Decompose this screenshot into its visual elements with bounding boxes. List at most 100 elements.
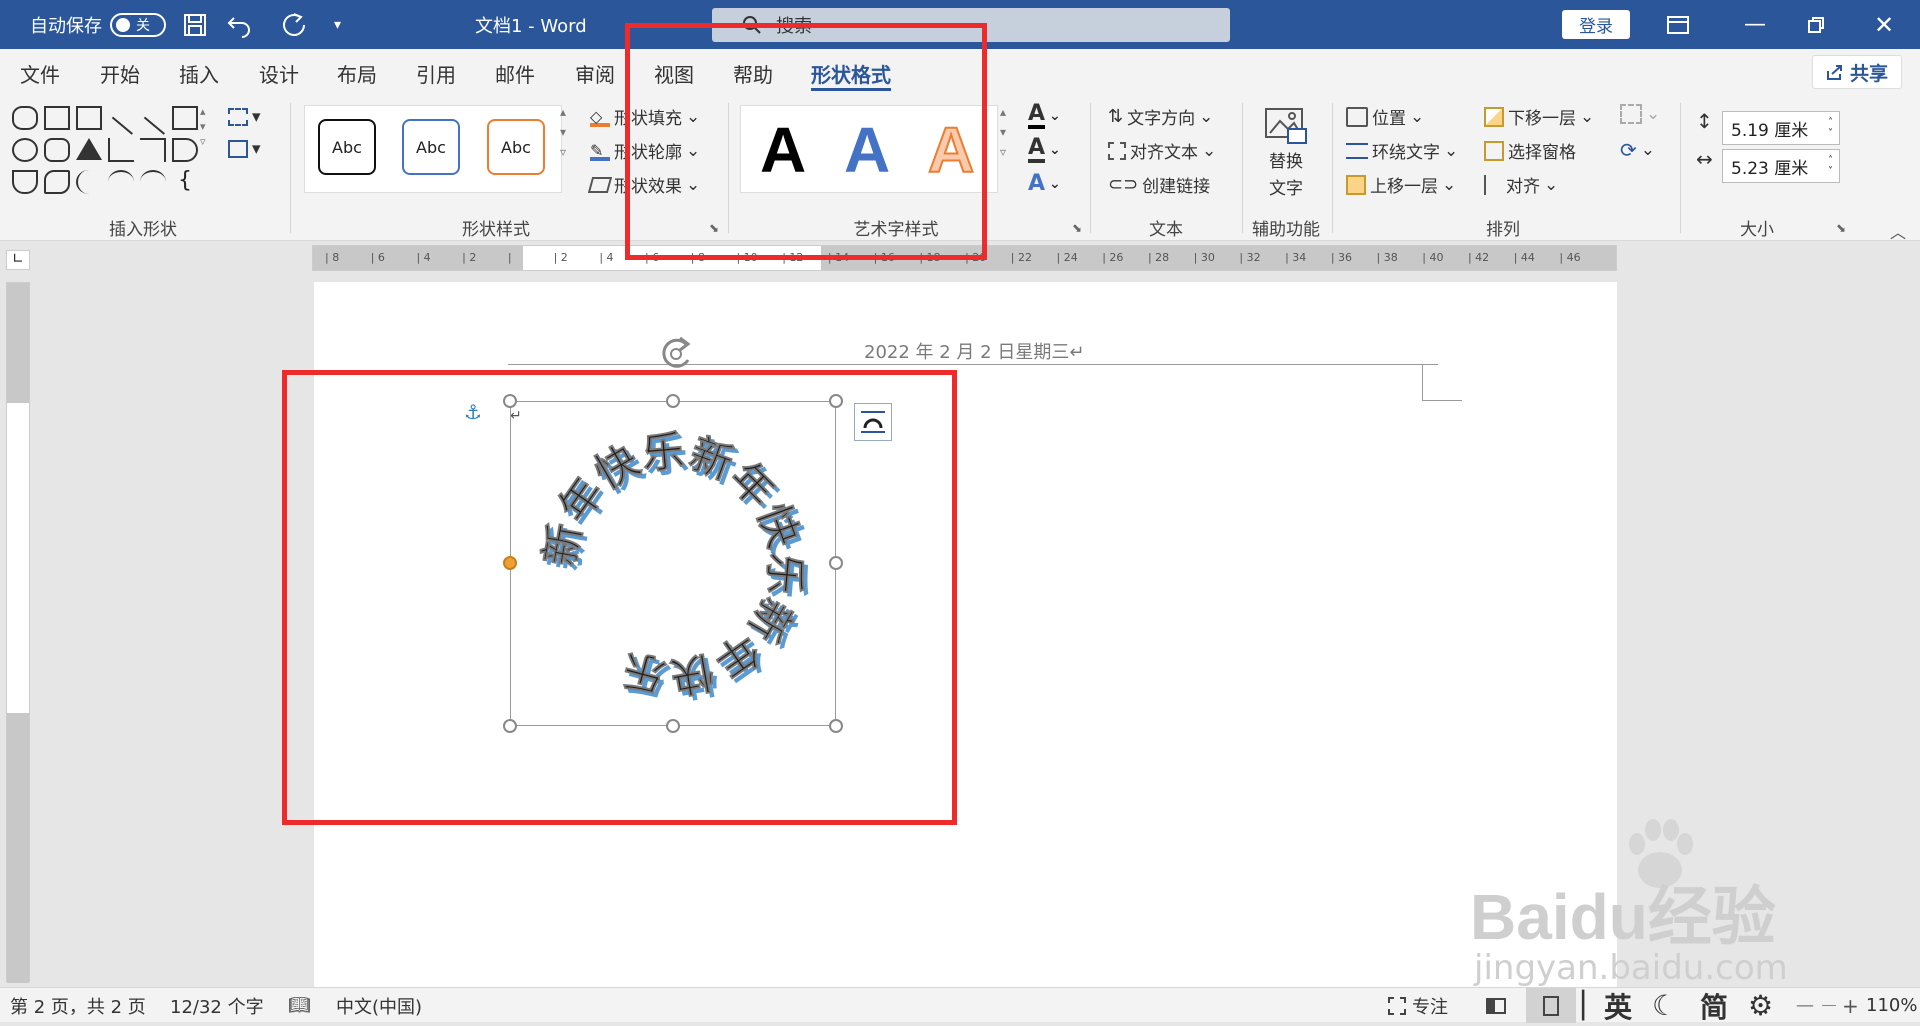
send-backward-button[interactable]: 下移一层 ⌄ [1484, 104, 1594, 129]
ruler-tick-label: | 4 [599, 251, 614, 264]
zoom-out-icon[interactable]: — [1796, 988, 1814, 1023]
text-effects-icon: A [1028, 171, 1046, 196]
align-button[interactable]: 对齐 ⌄ [1484, 172, 1558, 197]
ruler-tick-label: | 30 [1193, 251, 1215, 264]
tab-home[interactable]: 开始 [100, 49, 140, 97]
elbow-arrow-icon[interactable] [140, 138, 166, 162]
height-input[interactable]: 5.19 厘米 ˄ ˅ [1722, 111, 1840, 145]
ribbon-display-options-icon[interactable] [1666, 0, 1690, 49]
wordart-scroll[interactable]: ▴ ▾ ▿ [1000, 105, 1006, 159]
width-icon: ↔ [1696, 147, 1713, 171]
word-count[interactable]: 12/32 个字 [170, 988, 264, 1023]
focus-icon [1388, 996, 1406, 1015]
ime-english-toggle[interactable]: 英 [1604, 988, 1632, 1024]
elbow-connector-icon[interactable] [108, 138, 134, 162]
tab-review[interactable]: 审阅 [575, 49, 615, 97]
alt-text-button[interactable]: 替换 文字 [1264, 107, 1308, 199]
shapes-gallery[interactable]: { [12, 99, 202, 200]
customize-qat-icon[interactable]: ▾ [334, 0, 341, 49]
save-icon[interactable] [182, 0, 208, 49]
brace-shape-icon[interactable]: { [172, 170, 198, 194]
shape-styles-scroll[interactable]: ▴ ▾ ▿ [560, 105, 566, 159]
edit-shape-icon [228, 108, 248, 126]
position-button[interactable]: 位置 ⌄ [1346, 104, 1424, 129]
ruler-tick-label: | 32 [1239, 251, 1261, 264]
tab-layout[interactable]: 布局 [337, 49, 377, 97]
ime-settings-gear-icon[interactable]: ⚙ [1748, 988, 1773, 1023]
redo-icon[interactable] [280, 0, 308, 49]
header-rule [508, 364, 1438, 365]
autosave-toggle[interactable]: 关 [110, 12, 166, 37]
ruler-tick-label: | 8 [325, 251, 340, 264]
group-objects-button[interactable]: ⌄ [1620, 104, 1660, 124]
minimize-icon[interactable]: — [1744, 0, 1766, 49]
shape-style-2[interactable]: Abc [402, 119, 460, 175]
highlight-box-shape-format-tab [625, 23, 987, 260]
close-icon[interactable]: ✕ [1874, 0, 1894, 49]
vertical-textbox-icon[interactable] [76, 106, 102, 130]
rounded-rectangle-icon[interactable] [44, 138, 70, 162]
rotate-button[interactable]: ⟳ ⌄ [1620, 138, 1655, 162]
zoom-slider[interactable] [1822, 988, 1836, 1023]
tab-file[interactable]: 文件 [20, 49, 60, 97]
tab-selector-icon[interactable]: ∟ [6, 250, 30, 270]
zoom-level[interactable]: 110% [1866, 988, 1917, 1023]
textbox-shape-icon[interactable] [44, 106, 70, 130]
ruler-tick-label: | 38 [1376, 251, 1398, 264]
tab-design[interactable]: 设计 [259, 49, 299, 97]
selection-pane-button[interactable]: 选择窗格 [1484, 138, 1576, 163]
align-text-button[interactable]: 对齐文本 ⌄ [1108, 138, 1216, 163]
text-fill-button[interactable]: A ⌄ [1028, 103, 1061, 129]
proofing-icon[interactable]: 📖︎ [288, 988, 311, 1023]
alt-text-icon [1265, 108, 1307, 144]
group-size: 大小 [1740, 220, 1774, 240]
shape-style-3[interactable]: Abc [487, 119, 545, 175]
draw-textbox-button[interactable]: ▾ [228, 139, 261, 159]
tab-mailings[interactable]: 邮件 [495, 49, 535, 97]
tab-insert[interactable]: 插入 [179, 49, 219, 97]
group-arrange: 排列 [1486, 220, 1520, 240]
down-arrow-shape-icon[interactable] [12, 170, 38, 194]
zoom-in-icon[interactable]: + [1842, 988, 1859, 1023]
curve-shape-icon[interactable] [140, 170, 166, 194]
right-arrow-shape-icon[interactable] [172, 138, 198, 162]
width-input[interactable]: 5.23 厘米 ˄ ˅ [1722, 149, 1840, 183]
ruler-tick-label: | 2 [553, 251, 568, 264]
width-value: 5.23 厘米 [1731, 158, 1809, 179]
text-direction-button[interactable]: ⇅ 文字方向 ⌄ [1108, 104, 1213, 129]
undo-icon[interactable] [226, 0, 258, 49]
share-button[interactable]: 共享 [1812, 55, 1902, 89]
ime-moon-icon[interactable]: ☾ [1652, 988, 1677, 1023]
shapes-scroll[interactable]: ▴ ▾ ▿ [200, 105, 206, 148]
create-link-button[interactable]: ⊂⊃ 创建链接 [1108, 172, 1210, 197]
arc-shape-icon[interactable] [108, 170, 134, 194]
read-mode-icon[interactable] [1486, 988, 1506, 1023]
oval-shape-icon[interactable] [12, 138, 38, 162]
language-indicator[interactable]: 中文(中国) [336, 988, 422, 1023]
focus-mode-button[interactable]: 专注 [1388, 988, 1448, 1023]
edit-shape-button[interactable]: ▾ [228, 107, 261, 127]
login-button[interactable]: 登录 [1562, 10, 1630, 39]
wrap-text-button[interactable]: 环绕文字 ⌄ [1346, 138, 1458, 163]
restore-icon[interactable] [1806, 0, 1826, 49]
freeform-shape-icon[interactable] [44, 170, 70, 194]
watermark-url: jingyan.baidu.com [1474, 948, 1788, 988]
triangle-shape-icon[interactable] [76, 138, 102, 160]
text-effects-button[interactable]: A ⌄ [1028, 171, 1061, 196]
callout-shape-icon[interactable] [12, 106, 38, 130]
page-count[interactable]: 第 2 页，共 2 页 [10, 988, 146, 1023]
autosave-label: 自动保存 [30, 15, 102, 37]
tab-references[interactable]: 引用 [416, 49, 456, 97]
ruler-tick-label: | 34 [1285, 251, 1307, 264]
wordart-launcher-icon[interactable]: ⬊ [1072, 221, 1082, 235]
line-shape-icon[interactable] [111, 99, 148, 135]
collapse-ribbon-icon[interactable]: ︿ [1890, 219, 1906, 243]
ruler-tick-label: | 6 [370, 251, 385, 264]
ime-simplified-toggle[interactable]: 简 [1700, 988, 1728, 1024]
size-launcher-icon[interactable]: ⬊ [1836, 221, 1846, 235]
text-outline-button[interactable]: A ⌄ [1028, 137, 1061, 163]
scribble-shape-icon[interactable] [76, 170, 102, 194]
shape-style-1[interactable]: Abc [318, 119, 376, 175]
print-layout-icon[interactable] [1526, 988, 1576, 1023]
bring-forward-button[interactable]: 上移一层 ⌄ [1346, 172, 1456, 197]
